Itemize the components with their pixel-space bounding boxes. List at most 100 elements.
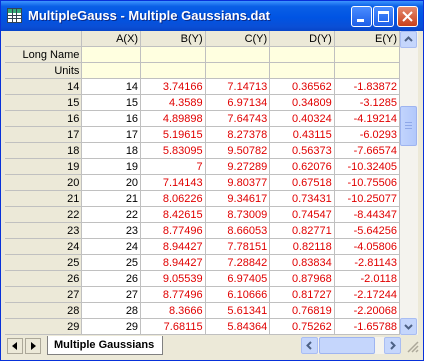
grid-cell[interactable]: 0.36562 bbox=[269, 78, 335, 95]
grid-cell[interactable]: 8.27378 bbox=[205, 126, 271, 143]
scroll-thumb[interactable] bbox=[400, 106, 417, 146]
grid-cell[interactable]: -2.81143 bbox=[334, 254, 400, 271]
grid-cell[interactable]: 9.80377 bbox=[205, 174, 271, 191]
scroll-up-button[interactable] bbox=[400, 31, 417, 48]
column-header[interactable]: B(Y) bbox=[140, 31, 206, 47]
grid-cell[interactable]: 28 bbox=[81, 302, 142, 319]
grid-cell[interactable]: 7.64743 bbox=[205, 110, 271, 127]
grid-cell[interactable]: 6.97405 bbox=[205, 270, 271, 287]
column-header[interactable]: A(X) bbox=[81, 31, 142, 47]
grid-cell[interactable]: 9.34617 bbox=[205, 190, 271, 207]
grid-cell[interactable]: 8.73009 bbox=[205, 206, 271, 223]
grid-cell[interactable] bbox=[334, 62, 400, 79]
close-button[interactable] bbox=[397, 6, 418, 27]
grid-cell[interactable]: 9.50782 bbox=[205, 142, 271, 159]
grid-cell[interactable] bbox=[269, 46, 335, 63]
row-header[interactable]: 29 bbox=[5, 318, 83, 335]
grid-cell[interactable]: 8.77496 bbox=[140, 222, 206, 239]
maximize-button[interactable] bbox=[373, 6, 394, 27]
worksheet-grid[interactable]: A(X) B(Y) C(Y) D(Y) E(Y) Long Name Units 1… bbox=[5, 31, 400, 335]
grid-cell[interactable]: 24 bbox=[81, 238, 142, 255]
grid-cell[interactable]: 0.34809 bbox=[269, 94, 335, 111]
horizontal-scrollbar[interactable] bbox=[301, 337, 401, 354]
grid-cell[interactable]: -4.19214 bbox=[334, 110, 400, 127]
minimize-button[interactable] bbox=[351, 6, 372, 27]
row-header[interactable]: 15 bbox=[5, 94, 83, 111]
grid-cell[interactable]: 0.67518 bbox=[269, 174, 335, 191]
grid-cell[interactable]: 0.62076 bbox=[269, 158, 335, 175]
previous-sheet-button[interactable] bbox=[7, 338, 23, 354]
grid-cell[interactable]: 25 bbox=[81, 254, 142, 271]
horizontal-scroll-thumb[interactable] bbox=[319, 337, 375, 354]
row-header[interactable]: 19 bbox=[5, 158, 83, 175]
grid-cell[interactable]: 18 bbox=[81, 142, 142, 159]
grid-cell[interactable]: 0.76819 bbox=[269, 302, 335, 319]
grid-cell[interactable] bbox=[205, 46, 271, 63]
grid-cell[interactable]: 0.74547 bbox=[269, 206, 335, 223]
grid-cell[interactable]: 7.68115 bbox=[140, 318, 206, 335]
grid-cell[interactable]: 7.78151 bbox=[205, 238, 271, 255]
grid-cell[interactable]: 0.81727 bbox=[269, 286, 335, 303]
grid-cell[interactable]: 8.94427 bbox=[140, 254, 206, 271]
grid-cell[interactable]: 7.14713 bbox=[205, 78, 271, 95]
grid-cell[interactable]: -3.1285 bbox=[334, 94, 400, 111]
grid-cell[interactable]: 3.74166 bbox=[140, 78, 206, 95]
grid-cell[interactable]: 19 bbox=[81, 158, 142, 175]
grid-cell[interactable]: 6.97134 bbox=[205, 94, 271, 111]
grid-cell[interactable]: 0.43115 bbox=[269, 126, 335, 143]
grid-cell[interactable]: 0.73431 bbox=[269, 190, 335, 207]
scroll-left-button[interactable] bbox=[301, 337, 318, 354]
row-header[interactable]: 25 bbox=[5, 254, 83, 271]
row-header[interactable]: 27 bbox=[5, 286, 83, 303]
row-header[interactable]: Units bbox=[5, 62, 83, 79]
grid-cell[interactable]: 0.56373 bbox=[269, 142, 335, 159]
row-header[interactable]: 14 bbox=[5, 78, 83, 95]
grid-cell[interactable]: 17 bbox=[81, 126, 142, 143]
grid-cell[interactable]: -10.32405 bbox=[334, 158, 400, 175]
grid-cell[interactable]: -1.65788 bbox=[334, 318, 400, 335]
resize-grip-icon[interactable] bbox=[405, 339, 419, 353]
grid-cell[interactable]: 8.06226 bbox=[140, 190, 206, 207]
row-header[interactable]: 24 bbox=[5, 238, 83, 255]
row-header[interactable]: 26 bbox=[5, 270, 83, 287]
grid-cell[interactable]: 5.83095 bbox=[140, 142, 206, 159]
grid-cell[interactable]: -5.64256 bbox=[334, 222, 400, 239]
grid-cell[interactable]: 9.05539 bbox=[140, 270, 206, 287]
grid-cell[interactable] bbox=[81, 62, 142, 79]
grid-cell[interactable]: 8.94427 bbox=[140, 238, 206, 255]
grid-cell[interactable] bbox=[334, 46, 400, 63]
grid-cell[interactable]: 8.42615 bbox=[140, 206, 206, 223]
spreadsheet-icon[interactable] bbox=[7, 8, 22, 23]
row-header[interactable]: 22 bbox=[5, 206, 83, 223]
grid-cell[interactable]: 7.28842 bbox=[205, 254, 271, 271]
row-header[interactable]: 28 bbox=[5, 302, 83, 319]
next-sheet-button[interactable] bbox=[25, 338, 41, 354]
grid-cell[interactable] bbox=[269, 62, 335, 79]
grid-cell[interactable]: 0.82118 bbox=[269, 238, 335, 255]
column-header[interactable]: D(Y) bbox=[269, 31, 335, 47]
vertical-scrollbar[interactable] bbox=[400, 31, 418, 335]
grid-cell[interactable]: 6.10666 bbox=[205, 286, 271, 303]
grid-cell[interactable]: 5.19615 bbox=[140, 126, 206, 143]
grid-cell[interactable]: -2.20068 bbox=[334, 302, 400, 319]
row-header[interactable]: 18 bbox=[5, 142, 83, 159]
grid-cell[interactable]: 0.82771 bbox=[269, 222, 335, 239]
grid-cell[interactable]: 15 bbox=[81, 94, 142, 111]
grid-cell[interactable]: 29 bbox=[81, 318, 142, 335]
grid-cell[interactable]: -4.05806 bbox=[334, 238, 400, 255]
column-header[interactable]: C(Y) bbox=[205, 31, 271, 47]
grid-cell[interactable]: 7 bbox=[140, 158, 206, 175]
grid-cell[interactable]: 5.61341 bbox=[205, 302, 271, 319]
grid-cell[interactable]: 8.77496 bbox=[140, 286, 206, 303]
row-header[interactable]: 21 bbox=[5, 190, 83, 207]
grid-cell[interactable]: 26 bbox=[81, 270, 142, 287]
grid-cell[interactable]: 14 bbox=[81, 78, 142, 95]
grid-cell[interactable] bbox=[140, 62, 206, 79]
scroll-down-button[interactable] bbox=[400, 318, 417, 335]
grid-cell[interactable] bbox=[81, 46, 142, 63]
select-all-corner[interactable] bbox=[5, 31, 83, 47]
grid-cell[interactable]: 23 bbox=[81, 222, 142, 239]
title-bar[interactable]: MultipleGauss - Multiple Gaussians.dat bbox=[1, 1, 423, 31]
column-header[interactable]: E(Y) bbox=[334, 31, 400, 47]
grid-cell[interactable]: -2.0118 bbox=[334, 270, 400, 287]
